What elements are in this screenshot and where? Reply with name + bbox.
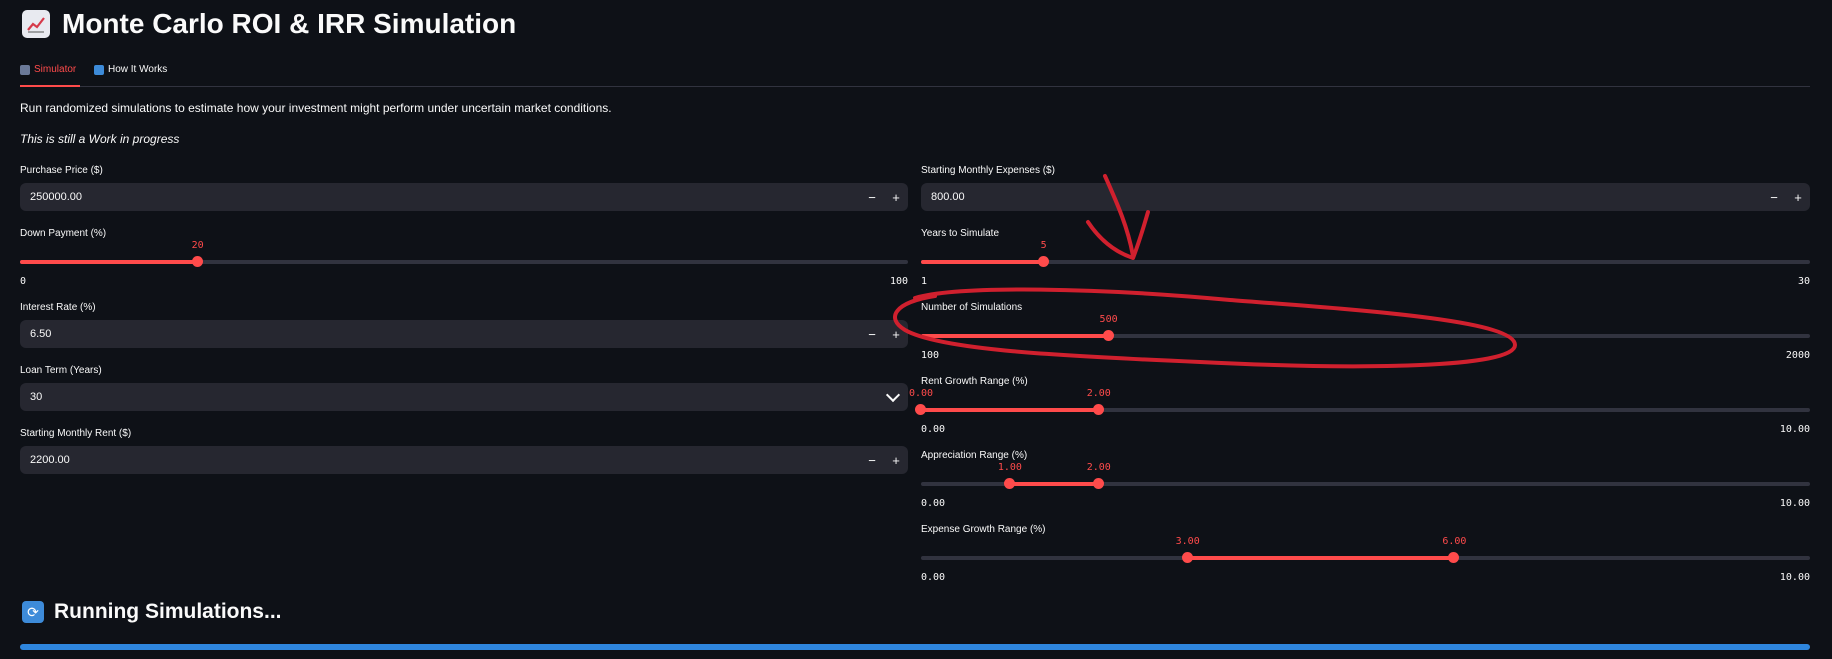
slider-thumb-high[interactable]	[1092, 478, 1104, 489]
title-text: Monte Carlo ROI & IRR Simulation	[62, 8, 517, 39]
slider-min: 0	[20, 276, 27, 287]
progress-fill	[20, 644, 1810, 650]
slider-max: 10.00	[1779, 572, 1810, 583]
slider-thumb-low[interactable]	[1003, 478, 1015, 489]
info-icon	[94, 64, 104, 75]
slider-max: 30	[1797, 276, 1810, 287]
increment-button[interactable]: +	[1786, 183, 1810, 211]
chevron-down-icon[interactable]	[885, 387, 901, 403]
monthly-expenses-value[interactable]: 800.00	[921, 191, 1762, 203]
expense-growth-slider[interactable]: 3.00 6.00 0.00 10.00	[921, 534, 1810, 583]
tab-simulator-label: Simulator	[34, 64, 77, 75]
slider-thumb[interactable]	[1102, 330, 1114, 341]
slider-max: 100	[889, 276, 908, 287]
loan-term-value: 30	[30, 391, 43, 403]
slider-fill	[1187, 556, 1455, 560]
decrement-button[interactable]: −	[860, 320, 884, 348]
slider-min: 0.00	[921, 424, 946, 435]
slider-track	[921, 260, 1810, 264]
slider-fill	[20, 260, 198, 264]
refresh-icon: ⟳	[22, 601, 44, 623]
slider-fill	[921, 408, 1099, 412]
chart-increasing-icon	[22, 10, 50, 38]
slider-max: 10.00	[1779, 424, 1810, 435]
slider-thumb-low[interactable]	[915, 404, 926, 415]
increment-button[interactable]: +	[884, 320, 908, 348]
decrement-button[interactable]: −	[860, 446, 884, 474]
tab-how-it-works-label: How It Works	[108, 64, 168, 75]
slider-low-value: 3.00	[1175, 536, 1200, 547]
purchase-price-label: Purchase Price ($)	[20, 165, 103, 176]
slider-value: 5	[1040, 240, 1047, 251]
slider-low-value: 0.00	[908, 388, 934, 399]
purchase-price-input[interactable]: 250000.00 − +	[20, 183, 908, 211]
progress-bar	[20, 644, 1810, 650]
slider-high-value: 2.00	[1086, 388, 1111, 399]
running-heading: ⟳ Running Simulations...	[22, 600, 282, 624]
down-payment-slider[interactable]: 20 0 100	[20, 238, 908, 287]
slider-thumb-high[interactable]	[1092, 404, 1104, 415]
monthly-expenses-label: Starting Monthly Expenses ($)	[921, 165, 1055, 176]
wip-note: This is still a Work in progress	[20, 132, 180, 146]
decrement-button[interactable]: −	[1762, 183, 1786, 211]
slider-min: 0.00	[921, 498, 946, 509]
slider-fill	[921, 334, 1109, 338]
tab-how-it-works[interactable]: How It Works	[94, 64, 167, 75]
slider-high-value: 6.00	[1442, 536, 1467, 547]
loan-term-select[interactable]: 30	[20, 383, 908, 411]
slider-value: 500	[1099, 314, 1118, 325]
slider-thumb-high[interactable]	[1448, 552, 1460, 563]
running-label: Running Simulations...	[54, 600, 282, 623]
slider-min: 100	[921, 350, 940, 361]
page-title: Monte Carlo ROI & IRR Simulation	[22, 8, 516, 40]
slider-max: 10.00	[1779, 498, 1810, 509]
slider-max: 2000	[1785, 350, 1810, 361]
increment-button[interactable]: +	[884, 183, 908, 211]
monthly-rent-value[interactable]: 2200.00	[20, 454, 860, 466]
interest-rate-input[interactable]: 6.50 − +	[20, 320, 908, 348]
tab-bar: Simulator How It Works	[20, 58, 1810, 87]
slider-value: 20	[191, 240, 204, 251]
active-tab-indicator	[20, 85, 80, 87]
slider-fill	[1009, 482, 1099, 486]
monthly-expenses-input[interactable]: 800.00 − +	[921, 183, 1810, 211]
increment-button[interactable]: +	[884, 446, 908, 474]
loan-term-label: Loan Term (Years)	[20, 365, 102, 376]
appreciation-slider[interactable]: 1.00 2.00 0.00 10.00	[921, 460, 1810, 509]
rent-growth-slider[interactable]: 0.00 2.00 0.00 10.00	[909, 386, 1810, 435]
slider-thumb[interactable]	[1037, 256, 1049, 267]
simulations-slider[interactable]: 500 100 2000	[921, 312, 1810, 361]
monthly-rent-input[interactable]: 2200.00 − +	[20, 446, 908, 474]
interest-rate-value[interactable]: 6.50	[20, 328, 860, 340]
tab-simulator[interactable]: Simulator	[20, 64, 76, 75]
interest-rate-label: Interest Rate (%)	[20, 302, 96, 313]
monthly-rent-label: Starting Monthly Rent ($)	[20, 428, 132, 439]
slider-min: 0.00	[921, 572, 946, 583]
intro-text: Run randomized simulations to estimate h…	[20, 101, 612, 115]
slider-min: 1	[921, 276, 928, 287]
bar-chart-icon	[20, 64, 30, 75]
slider-fill	[921, 260, 1044, 264]
slider-thumb-low[interactable]	[1181, 552, 1193, 563]
slider-high-value: 2.00	[1086, 462, 1111, 473]
slider-low-value: 1.00	[997, 462, 1022, 473]
years-slider[interactable]: 5 1 30	[921, 238, 1810, 287]
decrement-button[interactable]: −	[860, 183, 884, 211]
purchase-price-value[interactable]: 250000.00	[20, 191, 860, 203]
slider-thumb[interactable]	[191, 256, 203, 267]
